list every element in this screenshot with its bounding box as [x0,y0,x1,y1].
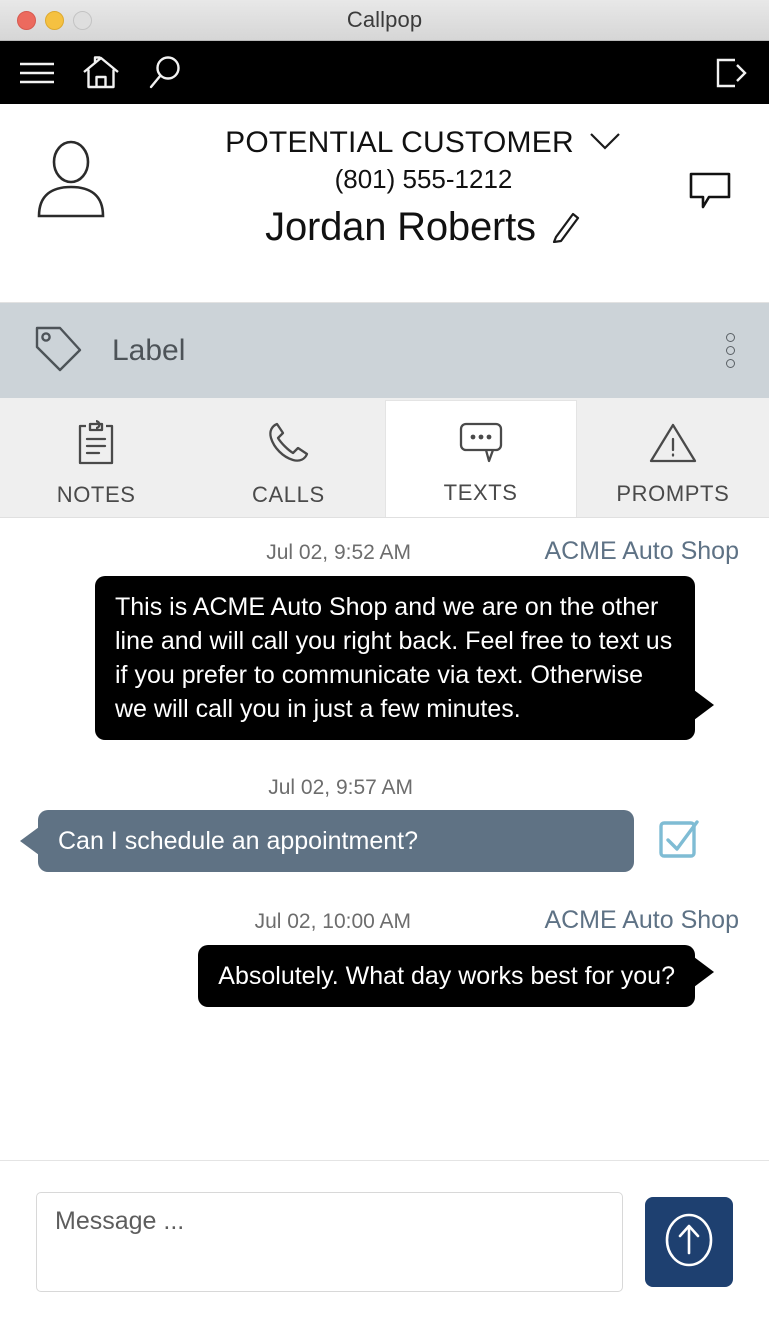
contact-type: POTENTIAL CUSTOMER [225,126,574,159]
contact-header: POTENTIAL CUSTOMER (801) 555-1212 Jordan… [0,104,769,303]
avatar [30,126,140,225]
hamburger-menu-icon[interactable] [18,59,56,87]
message-meta: Jul 02, 9:57 AM [28,776,741,810]
tab-label: PROMPTS [616,480,730,506]
contact-details: POTENTIAL CUSTOMER (801) 555-1212 Jordan… [140,126,749,250]
contact-type-row[interactable]: POTENTIAL CUSTOMER [225,126,622,160]
message-sender: ACME Auto Shop [544,906,739,934]
tag-icon [30,320,86,381]
label-bar[interactable]: Label [0,303,769,398]
message-group: Jul 02, 10:00 AM ACME Auto Shop Absolute… [28,906,741,1007]
window-titlebar: Callpop [0,0,769,41]
message-meta: Jul 02, 9:52 AM ACME Auto Shop [28,537,741,576]
phone-icon [264,419,312,472]
tab-label: CALLS [252,481,325,507]
pencil-edit-icon[interactable] [548,207,582,248]
kebab-menu-icon[interactable] [716,327,745,374]
message-timestamp: Jul 02, 9:57 AM [268,776,413,799]
contact-name-row: Jordan Roberts [265,205,582,250]
tab-calls[interactable]: CALLS [192,408,384,517]
kebab-dot [726,333,735,342]
thread-empty-space [28,1013,741,1150]
window-title: Callpop [346,7,423,32]
tab-prompts[interactable]: PROMPTS [577,408,769,517]
clipboard-icon [73,419,119,472]
contact-name: Jordan Roberts [265,205,536,249]
tab-bar: NOTES CALLS TEXTS PROMPTS [0,398,769,518]
message-input[interactable] [36,1191,623,1292]
message-thread[interactable]: Jul 02, 9:52 AM ACME Auto Shop This is A… [0,518,769,1160]
home-icon[interactable] [81,54,121,92]
callpop-window: Callpop POTENTIAL CUSTOMER (801) 555-121… [0,0,769,1322]
message-sender: ACME Auto Shop [544,537,739,565]
kebab-dot [726,359,735,368]
kebab-dot [726,346,735,355]
message-bubble-outgoing[interactable]: This is ACME Auto Shop and we are on the… [95,576,714,740]
message-group: Jul 02, 9:57 AM Can I schedule an appoin… [28,776,741,872]
message-timestamp: Jul 02, 10:00 AM [254,910,411,933]
message-row: Absolutely. What day works best for you? [28,945,741,1007]
logout-icon[interactable] [711,53,751,93]
arrow-up-circle-icon [658,1208,720,1275]
send-button[interactable] [645,1196,733,1287]
message-group: Jul 02, 9:52 AM ACME Auto Shop This is A… [28,537,741,740]
message-row: This is ACME Auto Shop and we are on the… [28,576,741,740]
tab-label: NOTES [56,481,136,507]
message-timestamp: Jul 02, 9:52 AM [266,541,411,564]
message-row: Can I schedule an appointment? [28,810,741,872]
message-composer [0,1160,769,1322]
message-meta: Jul 02, 10:00 AM ACME Auto Shop [28,906,741,945]
message-bubble-outgoing[interactable]: Absolutely. What day works best for you? [198,945,714,1007]
search-icon[interactable] [146,54,184,92]
label-text: Label [112,333,186,367]
tab-label: TEXTS [443,479,518,505]
message-bubble-incoming[interactable]: Can I schedule an appointment? [38,810,634,872]
chevron-down-icon[interactable] [588,130,622,157]
contact-phone[interactable]: (801) 555-1212 [335,164,513,195]
speech-bubble-icon[interactable] [686,167,734,220]
app-toolbar [0,41,769,104]
tab-notes[interactable]: NOTES [0,408,192,517]
tab-texts[interactable]: TEXTS [384,400,577,517]
checkbox-checked-icon[interactable] [656,816,702,867]
chat-dots-icon [456,419,506,470]
warning-triangle-icon [647,420,699,471]
